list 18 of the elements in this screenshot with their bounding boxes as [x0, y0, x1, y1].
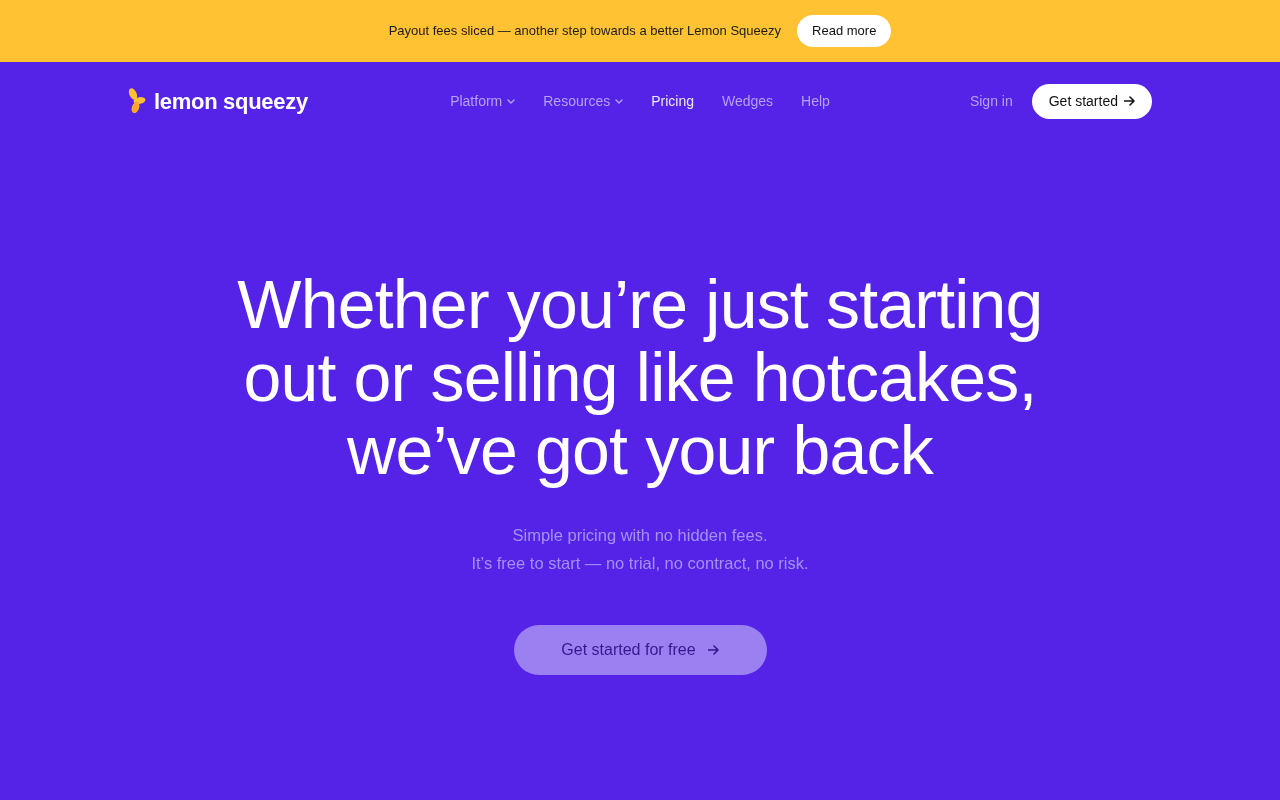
nav-link[interactable]: Wedges: [721, 90, 774, 112]
arrow-right-icon: [707, 645, 719, 655]
sign-in-link[interactable]: Sign in: [969, 90, 1013, 112]
announcement-text: Payout fees sliced — another step towards a better Lemon Squeezy: [388, 22, 782, 41]
nav-link[interactable]: Pricing: [651, 90, 694, 112]
nav-dropdown[interactable]: Resources: [543, 90, 624, 112]
get-started-for-free-button[interactable]: Get started for free: [513, 625, 767, 675]
lemon-slices-icon: [128, 88, 146, 114]
arrow-right-icon: [1124, 96, 1135, 106]
chevron-down-icon: [615, 98, 624, 104]
hero-heading: Whether you’re just starting out or selling like hotcakes, we’ve got your back: [236, 268, 1044, 487]
hero-subtitle: Simple pricing with no hidden fees. It’s free to start — no trial, no contract, no risk.: [470, 525, 810, 574]
read-more-button[interactable]: Read more: [797, 15, 892, 47]
nav-dropdown[interactable]: Platform: [450, 90, 516, 112]
chevron-down-icon: [507, 98, 516, 104]
get-started-button[interactable]: Get started: [1031, 83, 1152, 119]
nav-link[interactable]: Help: [801, 90, 830, 112]
logo[interactable]: lemon squeezy: [128, 84, 388, 118]
